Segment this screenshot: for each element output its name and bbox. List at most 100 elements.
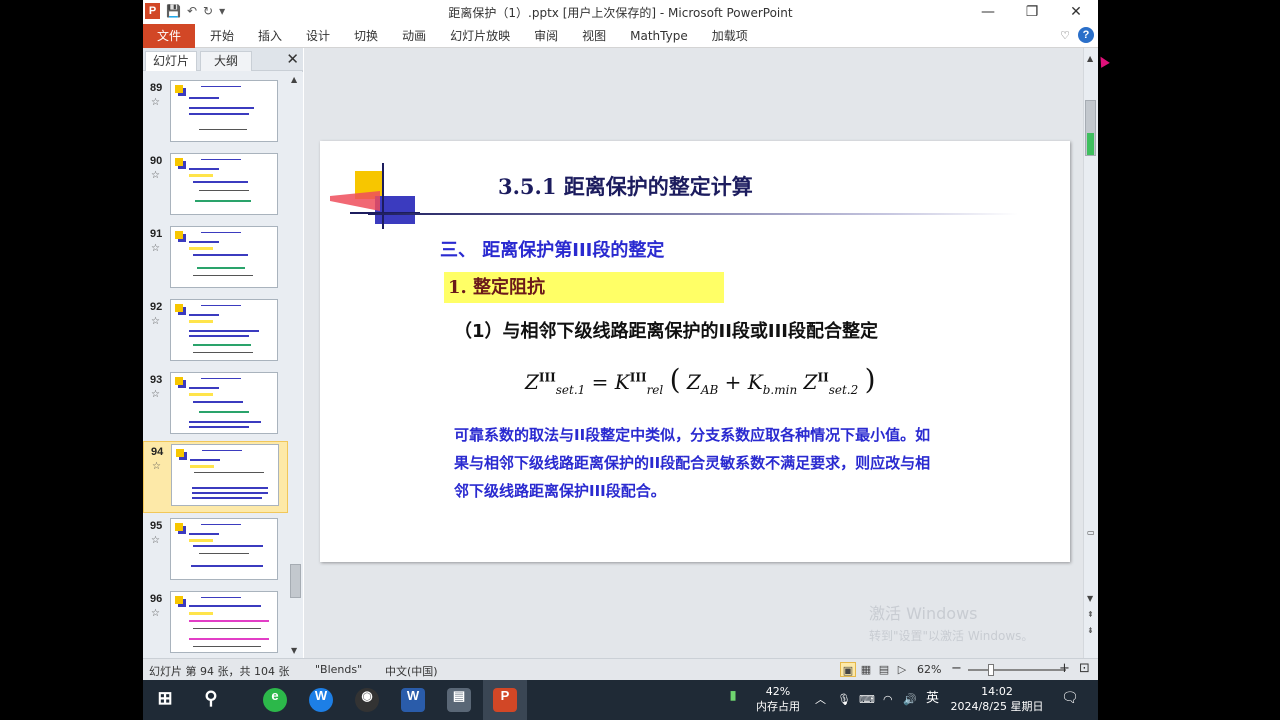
tab-file[interactable]: 文件 bbox=[143, 24, 195, 48]
zoom-out-icon[interactable]: − bbox=[951, 661, 962, 676]
word-icon[interactable]: W bbox=[401, 688, 425, 712]
network-icon[interactable]: ⌨ bbox=[859, 692, 875, 707]
zoom-in-icon[interactable]: + bbox=[1059, 661, 1070, 676]
tray-expand-icon[interactable]: ︿ bbox=[815, 692, 826, 707]
preview-line bbox=[199, 553, 249, 554]
tab-mathtype[interactable]: MathType bbox=[629, 24, 700, 48]
search-icon[interactable]: ⚲ bbox=[199, 688, 223, 712]
preview-line bbox=[189, 393, 213, 396]
preview-line bbox=[192, 487, 268, 489]
file-explorer-icon[interactable]: ▤ bbox=[447, 688, 471, 712]
slide-thumbnail-90[interactable]: 90 ☆ bbox=[143, 151, 288, 223]
tab-slides[interactable]: 幻灯片 bbox=[145, 51, 197, 71]
reading-view-icon[interactable]: ▤ bbox=[876, 662, 892, 677]
help-icon[interactable]: ? bbox=[1078, 27, 1094, 43]
mouse-cursor-icon bbox=[1096, 54, 1110, 68]
tab-view[interactable]: 视图 bbox=[581, 24, 618, 48]
slide-thumbnail-89[interactable]: 89 ☆ bbox=[143, 78, 288, 150]
next-slide-icon[interactable]: ⇟ bbox=[1087, 626, 1094, 635]
zoom-slider-knob[interactable] bbox=[988, 664, 994, 676]
preview-line bbox=[201, 305, 241, 306]
preview-line bbox=[192, 497, 262, 499]
slide-editing-area: 3.5.1 距离保护的整定计算 三、 距离保护第III段的整定 1. 整定阻抗 … bbox=[304, 48, 1098, 658]
slide-thumbnail-list: 89 ☆ 90 ☆ 91 ☆ 92 ☆ 93 ☆ 94 ☆ 95 ☆ 96 ☆ bbox=[143, 72, 288, 658]
slide-thumbnail-95[interactable]: 95 ☆ bbox=[143, 516, 288, 588]
preview-line bbox=[199, 411, 249, 413]
animation-star-icon: ☆ bbox=[151, 316, 160, 327]
formula-equals: = bbox=[591, 370, 609, 394]
formula-sup: III bbox=[538, 370, 556, 385]
notification-icon[interactable]: 🗨 bbox=[1061, 691, 1079, 706]
scroll-down-icon[interactable]: ▼ bbox=[291, 646, 297, 655]
restore-button[interactable]: ❐ bbox=[1010, 0, 1054, 24]
normal-view-icon[interactable]: ▣ bbox=[840, 662, 856, 677]
tab-design[interactable]: 设计 bbox=[305, 24, 342, 48]
slide-number: 91 bbox=[150, 228, 163, 240]
minimize-button[interactable]: — bbox=[966, 0, 1010, 24]
slide-thumbnail-96[interactable]: 96 ☆ bbox=[143, 589, 288, 658]
preview-line bbox=[193, 254, 248, 256]
formula-paren-open: ( bbox=[669, 363, 681, 396]
slide-thumbnail-92[interactable]: 92 ☆ bbox=[143, 297, 288, 369]
memory-widget[interactable]: 42% 内存占用 bbox=[753, 684, 803, 714]
tab-transitions[interactable]: 切换 bbox=[353, 24, 390, 48]
preview-line bbox=[189, 107, 254, 109]
zoom-slider[interactable] bbox=[968, 669, 1066, 671]
watermark-line-2: 转到"设置"以激活 Windows。 bbox=[869, 629, 1034, 643]
split-handle-icon[interactable]: ▭ bbox=[1087, 528, 1095, 537]
start-windows-icon[interactable]: ⊞ bbox=[153, 688, 177, 712]
microphone-icon[interactable]: 🎙 bbox=[837, 692, 851, 707]
animation-star-icon: ☆ bbox=[152, 461, 161, 472]
current-slide[interactable]: 3.5.1 距离保护的整定计算 三、 距离保护第III段的整定 1. 整定阻抗 … bbox=[320, 141, 1070, 562]
obs-icon[interactable]: ◉ bbox=[355, 688, 379, 712]
powerpoint-taskbar-icon[interactable]: P bbox=[493, 688, 517, 712]
tab-addins[interactable]: 加载项 bbox=[711, 24, 760, 48]
scroll-up-icon[interactable]: ▲ bbox=[1087, 54, 1093, 63]
tab-animations[interactable]: 动画 bbox=[401, 24, 438, 48]
formula-z: Z bbox=[525, 370, 539, 394]
scroll-indicator bbox=[1087, 133, 1094, 155]
formula-sub: set.2 bbox=[828, 383, 859, 397]
previous-slide-icon[interactable]: ⇞ bbox=[1087, 610, 1094, 619]
collapse-ribbon-icon[interactable]: ♡ bbox=[1060, 29, 1070, 42]
tab-slideshow[interactable]: 幻灯片放映 bbox=[449, 24, 522, 48]
slide-scrollbar[interactable]: ▲ ▭ ▼ ⇞ ⇟ bbox=[1083, 48, 1098, 658]
tab-review[interactable]: 审阅 bbox=[533, 24, 570, 48]
preview-line bbox=[189, 612, 213, 615]
preview-line bbox=[189, 241, 219, 243]
formula-sub: rel bbox=[646, 383, 664, 397]
slide-preview bbox=[170, 591, 278, 653]
wps-icon[interactable]: W bbox=[309, 688, 333, 712]
slide-number: 89 bbox=[150, 82, 163, 94]
fit-to-window-icon[interactable]: ⊡ bbox=[1079, 661, 1090, 676]
preview-line bbox=[189, 168, 219, 170]
slide-sorter-view-icon[interactable]: ▦ bbox=[858, 662, 874, 677]
slide-thumbnail-94[interactable]: 94 ☆ bbox=[143, 441, 288, 513]
zoom-level[interactable]: 62% bbox=[917, 663, 941, 676]
browser-green-icon[interactable]: e bbox=[263, 688, 287, 712]
preview-line bbox=[189, 605, 261, 607]
scroll-down-icon[interactable]: ▼ bbox=[1087, 594, 1093, 603]
slide-preview bbox=[171, 444, 279, 506]
ime-indicator[interactable]: 英 bbox=[926, 691, 939, 706]
slide-thumbnail-93[interactable]: 93 ☆ bbox=[143, 370, 288, 442]
tab-home[interactable]: 开始 bbox=[209, 24, 246, 48]
panel-close-icon[interactable]: ✕ bbox=[286, 50, 299, 68]
tab-insert[interactable]: 插入 bbox=[257, 24, 294, 48]
tab-outline[interactable]: 大纲 bbox=[200, 51, 252, 71]
scroll-up-icon[interactable]: ▲ bbox=[291, 75, 297, 84]
volume-icon[interactable]: 🔊 bbox=[903, 692, 917, 707]
ribbon-tab-list: 开始 插入 设计 切换 动画 幻灯片放映 审阅 视图 MathType 加载项 bbox=[209, 24, 771, 48]
close-button[interactable]: ✕ bbox=[1054, 0, 1098, 24]
scrollbar-thumb[interactable] bbox=[290, 564, 301, 598]
battery-icon[interactable]: ▮ bbox=[721, 688, 745, 712]
clock-date: 2024/8/25 星期日 bbox=[950, 700, 1044, 713]
slide-thumbnail-91[interactable]: 91 ☆ bbox=[143, 224, 288, 296]
thumbnail-scrollbar[interactable]: ▲ ▼ bbox=[288, 72, 303, 658]
slideshow-view-icon[interactable]: ▷ bbox=[894, 662, 910, 677]
slide-preview bbox=[170, 80, 278, 142]
clock[interactable]: 14:02 2024/8/25 星期日 bbox=[949, 684, 1045, 714]
note-text: 可靠系数的取法与II段整定中类似，分支系数应取各种情况下最小值。如果与相邻下级线… bbox=[454, 426, 931, 500]
language-status[interactable]: 中文(中国) bbox=[385, 663, 438, 679]
wifi-icon[interactable]: ◠ bbox=[883, 692, 893, 707]
